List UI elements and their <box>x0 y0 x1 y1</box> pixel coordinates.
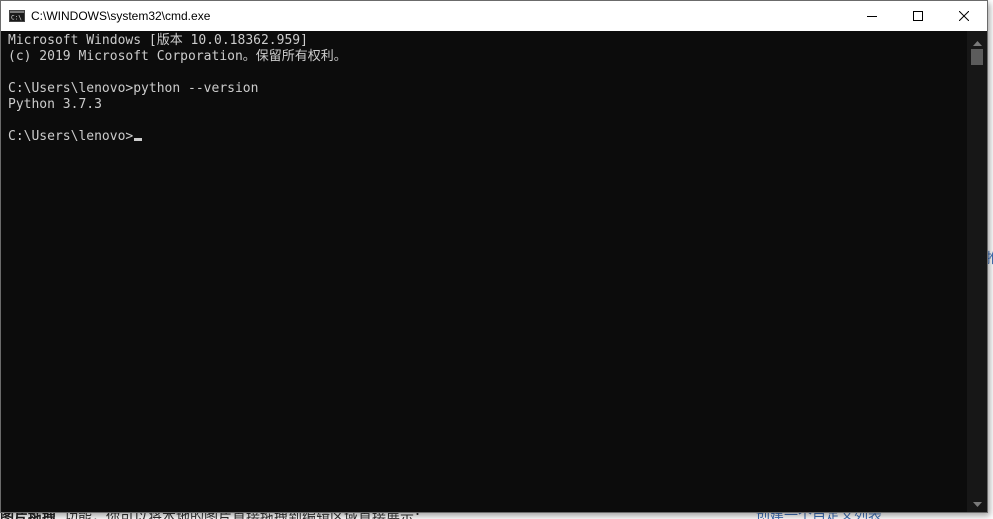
cmd-icon: C:\ <box>9 8 25 24</box>
minimize-button[interactable] <box>849 1 895 31</box>
console-line: (c) 2019 Microsoft Corporation。保留所有权利。 <box>8 49 347 64</box>
scroll-up-button[interactable] <box>967 34 987 48</box>
window-controls <box>849 1 987 31</box>
console-prompt-line[interactable]: C:\Users\lenovo> <box>8 129 967 145</box>
title-bar[interactable]: C:\ C:\WINDOWS\system32\cmd.exe <box>1 1 987 31</box>
console-line: C:\Users\lenovo>python --version <box>8 81 259 96</box>
scroll-up-icon <box>972 32 982 51</box>
scroll-thumb[interactable] <box>971 49 983 65</box>
console-prompt: C:\Users\lenovo> <box>8 129 134 144</box>
console-output[interactable]: Microsoft Windows [版本 10.0.18362.959] (c… <box>1 31 967 512</box>
text-cursor <box>134 138 143 141</box>
scroll-down-button[interactable] <box>967 495 987 509</box>
vertical-scrollbar[interactable] <box>967 31 987 512</box>
scroll-down-icon <box>972 493 982 512</box>
console-line: Python 3.7.3 <box>8 97 102 112</box>
close-button[interactable] <box>941 1 987 31</box>
svg-text:C:\: C:\ <box>11 15 22 22</box>
window-title: C:\WINDOWS\system32\cmd.exe <box>31 9 211 23</box>
minimize-icon <box>867 11 877 21</box>
close-icon <box>959 11 969 21</box>
maximize-button[interactable] <box>895 1 941 31</box>
console-line: Microsoft Windows [版本 10.0.18362.959] <box>8 33 308 48</box>
cmd-window[interactable]: C:\ C:\WINDOWS\system32\cmd.exe Microsof… <box>0 0 988 513</box>
maximize-icon <box>913 11 923 21</box>
